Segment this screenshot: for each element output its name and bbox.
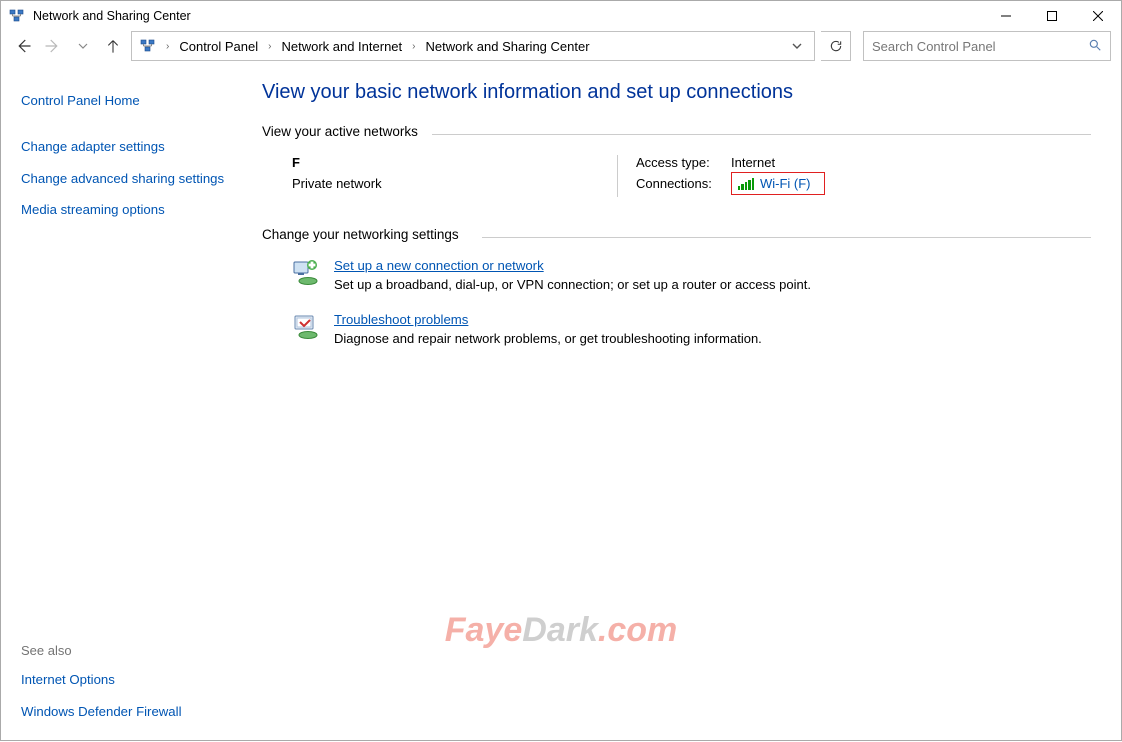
address-bar[interactable]: › Control Panel › Network and Internet ›… [131, 31, 815, 61]
chevron-right-icon[interactable]: › [162, 41, 173, 52]
setup-connection-desc: Set up a broadband, dial-up, or VPN conn… [334, 277, 811, 292]
highlight-box: Wi-Fi (F) [731, 172, 825, 195]
address-dropdown-icon[interactable] [784, 32, 810, 60]
app-icon [9, 8, 25, 24]
section-active-networks: View your active networks [262, 124, 1091, 143]
recent-dropdown-icon[interactable] [71, 34, 95, 58]
refresh-button[interactable] [821, 31, 851, 61]
setup-connection-link[interactable]: Set up a new connection or network [334, 258, 544, 273]
sidebar: Control Panel Home Change adapter settin… [1, 67, 256, 742]
access-type-value: Internet [731, 155, 775, 170]
see-also-internet-options[interactable]: Internet Options [21, 664, 246, 696]
search-box[interactable] [863, 31, 1111, 61]
access-type-label: Access type: [636, 155, 731, 170]
see-also-firewall[interactable]: Windows Defender Firewall [21, 696, 246, 728]
network-type: Private network [292, 176, 617, 191]
troubleshoot-desc: Diagnose and repair network problems, or… [334, 331, 762, 346]
setup-connection-icon [292, 258, 320, 286]
breadcrumb-network-sharing[interactable]: Network and Sharing Center [422, 39, 594, 54]
connections-label: Connections: [636, 176, 731, 191]
sidebar-link-adapter[interactable]: Change adapter settings [21, 131, 246, 163]
chevron-right-icon[interactable]: › [408, 41, 419, 52]
sidebar-home-link[interactable]: Control Panel Home [21, 85, 246, 117]
see-also-title: See also [21, 637, 246, 664]
chevron-right-icon[interactable]: › [264, 41, 275, 52]
setup-connection-item: Set up a new connection or network Set u… [292, 258, 1091, 292]
minimize-button[interactable] [983, 1, 1029, 31]
maximize-button[interactable] [1029, 1, 1075, 31]
back-button[interactable] [11, 34, 35, 58]
address-bar-row: › Control Panel › Network and Internet ›… [1, 31, 1121, 67]
network-name: F [292, 155, 617, 170]
search-input[interactable] [872, 39, 1088, 54]
page-heading: View your basic network information and … [262, 81, 1091, 104]
address-icon [140, 38, 156, 54]
sidebar-link-media-streaming[interactable]: Media streaming options [21, 194, 246, 226]
window-title: Network and Sharing Center [33, 9, 983, 23]
troubleshoot-icon [292, 312, 320, 340]
troubleshoot-item: Troubleshoot problems Diagnose and repai… [292, 312, 1091, 346]
close-button[interactable] [1075, 1, 1121, 31]
up-button[interactable] [101, 34, 125, 58]
title-bar: Network and Sharing Center [1, 1, 1121, 31]
wifi-signal-icon [738, 178, 754, 190]
section-change-settings: Change your networking settings [262, 227, 1091, 246]
breadcrumb-control-panel[interactable]: Control Panel [175, 39, 262, 54]
search-icon[interactable] [1088, 38, 1102, 55]
active-network-block: F Private network Access type: Internet … [262, 155, 1091, 197]
breadcrumb-network-internet[interactable]: Network and Internet [277, 39, 406, 54]
forward-button[interactable] [41, 34, 65, 58]
troubleshoot-link[interactable]: Troubleshoot problems [334, 312, 468, 327]
connection-link[interactable]: Wi-Fi (F) [760, 176, 811, 191]
sidebar-link-advanced-sharing[interactable]: Change advanced sharing settings [21, 163, 246, 195]
content-area: View your basic network information and … [256, 67, 1121, 742]
